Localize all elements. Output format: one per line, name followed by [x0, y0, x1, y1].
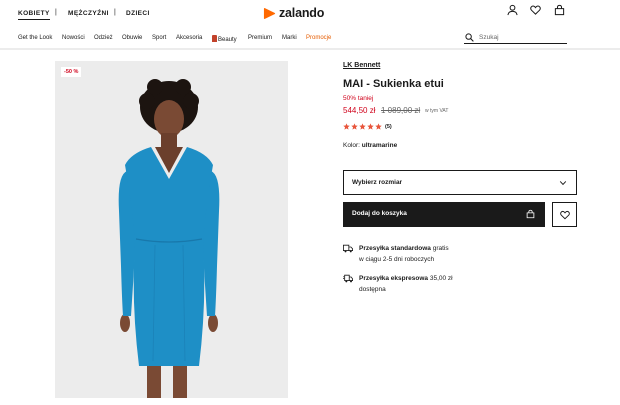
- model-photo: [118, 79, 220, 398]
- heart-icon: [560, 210, 570, 220]
- discount-text: 50% taniej: [343, 95, 374, 102]
- nav-item-nowosci[interactable]: Nowości: [62, 35, 85, 41]
- vat-note: w tym VAT: [425, 108, 449, 114]
- nav-item-akcesoria[interactable]: Akcesoria: [176, 35, 202, 41]
- zalando-logo[interactable]: zalando: [263, 6, 324, 20]
- lipstick-icon: [212, 35, 217, 42]
- product-title: MAI - Sukienka etui: [343, 78, 444, 90]
- logo-text: zalando: [279, 6, 325, 20]
- color-label: Kolor:: [343, 142, 360, 149]
- shopping-bag-icon[interactable]: [554, 4, 565, 16]
- star-icon: [359, 123, 366, 130]
- size-select[interactable]: Wybierz rozmiar: [343, 170, 577, 195]
- nav-item-marki[interactable]: Marki: [282, 35, 297, 41]
- standard-shipping-cost: gratis: [432, 245, 449, 252]
- nav-item-obuwie[interactable]: Obuwie: [122, 35, 142, 41]
- add-to-cart-label: Dodaj do koszyka: [352, 210, 407, 217]
- user-icon[interactable]: [507, 4, 518, 16]
- rating-stars[interactable]: [343, 123, 382, 131]
- current-price: 544,50 zł: [343, 106, 376, 115]
- separator: |: [55, 9, 57, 16]
- zalando-play-icon: [263, 7, 276, 19]
- nav-item-beauty[interactable]: Beauty: [212, 35, 237, 43]
- gender-tab-women[interactable]: KOBIETY: [18, 10, 50, 20]
- discount-badge: -50 %: [61, 67, 82, 77]
- heart-icon[interactable]: [530, 4, 541, 16]
- search-input[interactable]: [479, 32, 565, 42]
- express-shipping-title: Przesyłka ekspresowa: [359, 275, 429, 282]
- product-image[interactable]: -50 %: [55, 61, 288, 398]
- star-icon: [367, 123, 374, 130]
- nav-item-sport[interactable]: Sport: [152, 35, 166, 41]
- star-icon: [351, 123, 358, 130]
- add-to-cart-button[interactable]: Dodaj do koszyka: [343, 202, 545, 227]
- top-bar: KOBIETY | MĘŻCZYŹNI | DZIECI zalando: [0, 0, 620, 28]
- nav-item-beauty-label: Beauty: [218, 37, 237, 43]
- express-truck-icon: [343, 274, 353, 283]
- nav-item-premium[interactable]: Premium: [248, 35, 272, 41]
- brand-link[interactable]: LK Bennett: [343, 62, 380, 69]
- search-icon: [465, 33, 474, 42]
- shopping-bag-icon: [526, 209, 535, 219]
- separator: |: [114, 9, 116, 16]
- nav-item-promocje[interactable]: Promocje: [306, 35, 331, 41]
- express-shipping-cost: 35,00 zł: [429, 275, 453, 282]
- size-select-label: Wybierz rozmiar: [352, 179, 403, 186]
- nav-item-get-the-look[interactable]: Get the Look: [18, 35, 52, 41]
- color-info: Kolor: ultramarine: [343, 142, 397, 149]
- gender-tab-kids[interactable]: DZIECI: [126, 10, 150, 17]
- star-icon: [343, 123, 350, 130]
- gender-tab-men[interactable]: MĘŻCZYŹNI: [68, 10, 109, 17]
- wishlist-button[interactable]: [552, 202, 577, 227]
- standard-shipping-title: Przesyłka standardowa: [359, 245, 431, 252]
- nav-item-odziez[interactable]: Odzież: [94, 35, 113, 41]
- search-bar[interactable]: [464, 32, 567, 44]
- nav-divider: [0, 48, 620, 50]
- truck-icon: [343, 244, 353, 253]
- star-icon: [375, 123, 382, 130]
- color-value: ultramarine: [361, 142, 398, 149]
- chevron-down-icon: [559, 181, 567, 186]
- original-price: 1 089,00 zł: [381, 106, 421, 115]
- review-count[interactable]: (5): [385, 124, 392, 130]
- express-shipping-availability: dostępna: [359, 286, 386, 293]
- standard-shipping-time: w ciągu 2-5 dni roboczych: [359, 256, 435, 263]
